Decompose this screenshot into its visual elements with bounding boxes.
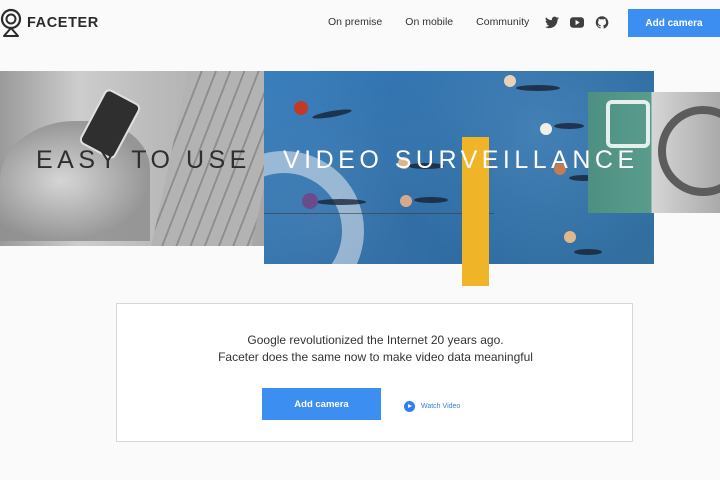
arm-shape xyxy=(0,121,150,241)
person xyxy=(564,231,576,243)
nav-on-mobile[interactable]: On mobile xyxy=(405,16,453,28)
hero-headline-left: EASY TO USE xyxy=(36,146,251,174)
main-nav: On premise On mobile Community xyxy=(328,16,552,28)
brand-name: FACETER xyxy=(27,15,99,31)
header-add-camera-button[interactable]: Add camera xyxy=(628,9,720,37)
tagline-line-2: Faceter does the same now to make video … xyxy=(218,350,533,364)
watch-video-label: Watch Video xyxy=(421,403,461,410)
twitter-icon[interactable] xyxy=(545,16,559,29)
brand-logo[interactable]: FACETER xyxy=(0,7,99,39)
add-camera-button[interactable]: Add camera xyxy=(262,388,381,420)
court-line xyxy=(264,213,494,214)
top-header: FACETER On premise On mobile Community A… xyxy=(0,0,720,46)
person-shadow xyxy=(554,123,584,129)
webcam-logo-icon xyxy=(0,8,22,37)
youtube-icon[interactable] xyxy=(570,16,584,29)
person-shadow xyxy=(311,107,353,121)
nav-community[interactable]: Community xyxy=(476,16,529,28)
person xyxy=(540,123,552,135)
play-circle-icon xyxy=(404,401,415,412)
nav-on-premise[interactable]: On premise xyxy=(328,16,382,28)
hero-headline-right: VIDEO SURVEILLANCE xyxy=(283,146,639,174)
watch-video-link[interactable]: Watch Video xyxy=(404,401,460,412)
hero-banner: EASY TO USE VIDEO SURVEILLANCE xyxy=(0,71,720,287)
person-shadow xyxy=(316,199,366,205)
person xyxy=(302,193,318,209)
github-icon[interactable] xyxy=(595,16,609,29)
person-shadow xyxy=(414,197,448,203)
person xyxy=(294,101,308,115)
person-shadow xyxy=(516,85,560,91)
person-shadow xyxy=(574,249,602,255)
intro-card: Google revolutionized the Internet 20 ye… xyxy=(116,303,633,442)
person xyxy=(400,195,412,207)
person xyxy=(504,75,516,87)
tagline-line-1: Google revolutionized the Internet 20 ye… xyxy=(247,333,504,347)
steering-wheel-shape xyxy=(658,106,720,196)
intro-tagline: Google revolutionized the Internet 20 ye… xyxy=(117,332,634,366)
car-window-shape xyxy=(606,100,650,148)
social-links xyxy=(545,16,620,29)
